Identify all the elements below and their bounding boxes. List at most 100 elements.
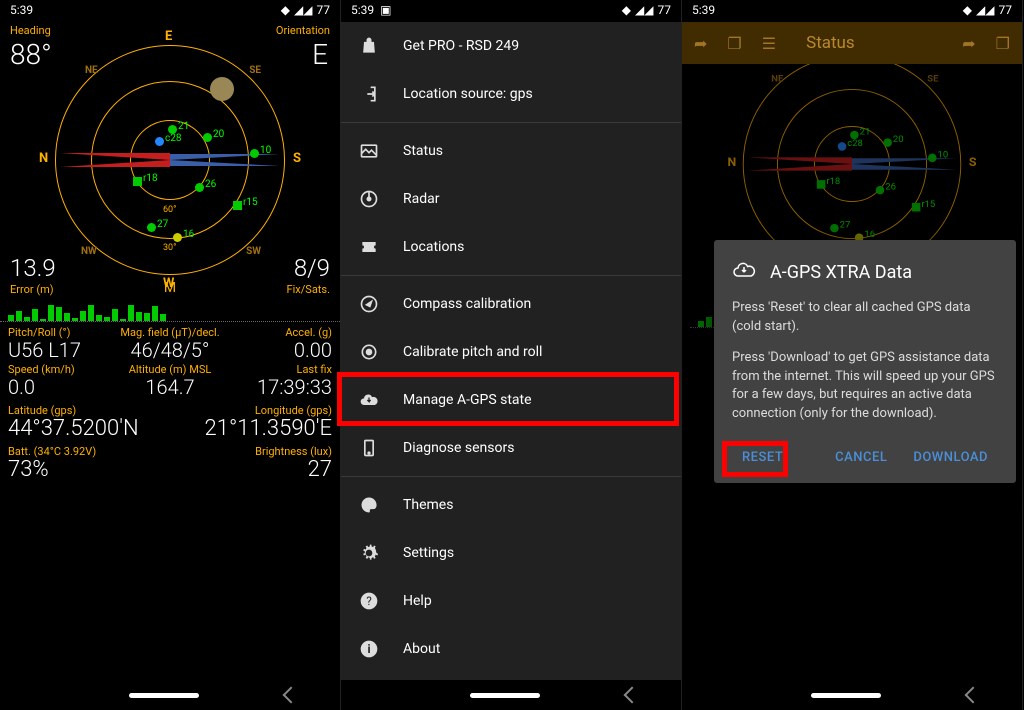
compass[interactable]: N E S W NE SE SW NW 60° 30° 21c282010r18… <box>55 45 285 275</box>
cloud-icon <box>359 390 379 410</box>
snr-bar <box>136 312 142 321</box>
home-pill[interactable] <box>811 693 881 698</box>
nav-bar <box>682 680 1022 710</box>
satellite-marker <box>203 133 212 142</box>
download-button[interactable]: DOWNLOAD <box>903 442 998 473</box>
accel-value: 0.00 <box>225 339 332 361</box>
drawer-item-label: Radar <box>403 191 440 207</box>
nav-bar <box>341 680 681 710</box>
fix-label: Fix/Sats. <box>287 283 330 296</box>
drawer-item-label: Get PRO - RSD 249 <box>403 38 519 54</box>
snr-bar <box>706 317 712 327</box>
cardinal-n: N <box>39 151 48 166</box>
home-pill[interactable] <box>129 693 199 698</box>
info-icon: i <box>359 639 379 659</box>
bright-value: 27 <box>170 458 332 482</box>
clock: 5:39 ▣ <box>351 3 391 17</box>
satellite-label: r15 <box>921 199 935 209</box>
status-icons: ◆ ◢◢ 77 <box>281 3 330 17</box>
back-button[interactable] <box>624 687 641 704</box>
satellite-label: c28 <box>165 133 181 144</box>
satellite-marker <box>173 233 182 242</box>
share-icon[interactable]: ➦ <box>694 34 707 53</box>
cancel-button[interactable]: CANCEL <box>825 442 897 473</box>
satellite-label: 16 <box>183 229 194 240</box>
satellite-label: r15 <box>243 197 258 208</box>
cardinal-sw: SW <box>246 246 261 257</box>
drawer-item-cloud[interactable]: Manage A-GPS state <box>341 376 681 424</box>
share2-icon[interactable]: ➦ <box>962 34 975 53</box>
target-icon <box>359 342 379 362</box>
snr-bar <box>96 315 102 321</box>
error-value: 13.9 <box>10 254 56 282</box>
cardinal-s: S <box>969 155 977 169</box>
satellite-marker <box>195 183 204 192</box>
drawer-item-info[interactable]: i About <box>341 625 681 673</box>
satellite-label: 21 <box>860 127 871 137</box>
drawer-item-gear[interactable]: Settings <box>341 529 681 577</box>
satellite-label: c28 <box>847 138 863 148</box>
drawer-item-ticket[interactable]: Locations <box>341 223 681 271</box>
speed-value: 0.0 <box>8 376 115 398</box>
menu-icon[interactable]: ☰ <box>762 34 776 53</box>
snr-bar <box>24 317 30 321</box>
drawer-item-label: Settings <box>403 545 454 561</box>
location-icon: ◆ <box>622 3 631 17</box>
screen-gps-status: 5:39 ◆ ◢◢ 77 Heading 88° Orientation E N… <box>0 0 341 710</box>
snr-bar <box>80 311 86 321</box>
snr-bar <box>56 307 62 321</box>
satellite-marker <box>883 138 892 147</box>
copy-icon[interactable]: ❐ <box>727 34 741 53</box>
battery-icon: 77 <box>317 3 331 17</box>
screen-drawer: 5:39 ▣ ◆◢◢77 Get PRO - RSD 249Location s… <box>341 0 682 710</box>
bag-icon <box>359 36 379 56</box>
back-button[interactable] <box>283 687 300 704</box>
cardinal-n: N <box>728 155 737 169</box>
drawer-item-image[interactable]: Status <box>341 127 681 175</box>
drawer-item-label: Locations <box>403 239 464 255</box>
cardinal-nw: NW <box>81 246 97 257</box>
satellite-label: 26 <box>205 179 216 190</box>
satellite-marker <box>838 142 847 151</box>
radar-icon <box>359 189 379 209</box>
snr-bars <box>0 300 340 322</box>
snr-bar <box>698 321 704 327</box>
drawer-item-label: Compass calibration <box>403 296 531 312</box>
screen-dialog: 5:39 ◆◢◢77 ➦ ❐ ☰ Status ➦ ❐ N S NE SE SW… <box>682 0 1023 710</box>
altitude-value: 164.7 <box>117 376 224 398</box>
cardinal-e: E <box>165 29 172 44</box>
back-button[interactable] <box>965 687 982 704</box>
navigation-drawer[interactable]: Get PRO - RSD 249 Location source: gps Sta… <box>341 22 681 680</box>
image-icon <box>359 141 379 161</box>
drawer-item-bag[interactable]: Get PRO - RSD 249 <box>341 22 681 70</box>
drawer-item-compass[interactable]: Compass calibration <box>341 280 681 328</box>
reset-button[interactable]: RESET <box>732 442 793 473</box>
app-title: Status <box>806 33 942 53</box>
snr-bar <box>112 309 118 321</box>
copy2-icon[interactable]: ❐ <box>996 34 1010 53</box>
snr-bar <box>48 305 54 321</box>
snr-bar <box>16 311 22 321</box>
drawer-item-help[interactable]: ?Help <box>341 577 681 625</box>
compass-icon <box>359 294 379 314</box>
snr-bar <box>128 305 134 321</box>
satellite-marker <box>928 154 937 163</box>
satellite-marker <box>817 180 826 189</box>
drawer-item-device[interactable]: Diagnose sensors <box>341 424 681 472</box>
clock: 5:39 <box>10 3 33 17</box>
dialog-p1: Press 'Reset' to clear all cached GPS da… <box>732 299 998 337</box>
lastfix-value: 17:39:33 <box>225 376 332 398</box>
snr-bar <box>104 317 110 321</box>
drawer-item-label: About <box>403 641 440 657</box>
drawer-item-exit[interactable]: Location source: gps <box>341 70 681 118</box>
deg-60: 60° <box>163 205 176 215</box>
home-pill[interactable] <box>470 693 540 698</box>
exit-icon <box>359 84 379 104</box>
status-bar: 5:39 ◆ ◢◢ 77 <box>0 0 340 20</box>
drawer-item-radar[interactable]: Radar <box>341 175 681 223</box>
snr-bar <box>32 309 38 321</box>
drawer-item-label: Themes <box>403 497 453 513</box>
drawer-item-palette[interactable]: Themes <box>341 481 681 529</box>
cardinal-se: SE <box>249 65 261 76</box>
drawer-item-target[interactable]: Calibrate pitch and roll <box>341 328 681 376</box>
